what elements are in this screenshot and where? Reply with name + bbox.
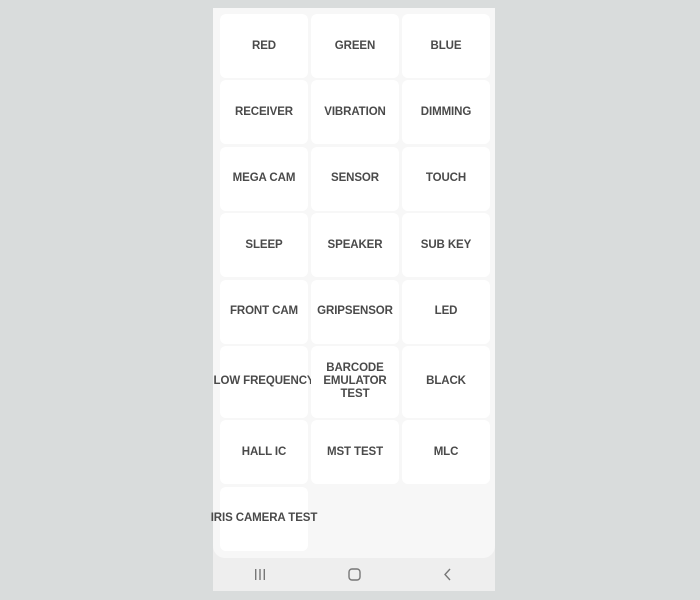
test-tile-gripsensor[interactable]: GRIPSENSOR bbox=[311, 279, 399, 344]
test-tile-blue[interactable]: BLUE bbox=[402, 14, 490, 78]
test-tile-barcode-emulator-test[interactable]: BARCODE EMULATOR TEST bbox=[311, 345, 399, 418]
test-grid: RED GREEN BLUE RECEIVER VIBRATION DIMMIN… bbox=[211, 14, 490, 553]
test-tile-sub-key[interactable]: SUB KEY bbox=[402, 213, 490, 278]
test-tile-sensor[interactable]: SENSOR bbox=[311, 146, 399, 211]
test-tile-low-frequency[interactable]: LOW FREQUENCY bbox=[214, 345, 315, 418]
back-button[interactable] bbox=[428, 560, 468, 590]
test-tile-green[interactable]: GREEN bbox=[311, 14, 399, 78]
test-tile-mst-test[interactable]: MST TEST bbox=[311, 420, 399, 485]
test-tile-sleep[interactable]: SLEEP bbox=[220, 213, 308, 278]
test-tile-led[interactable]: LED bbox=[402, 279, 490, 344]
phone-screen: RED GREEN BLUE RECEIVER VIBRATION DIMMIN… bbox=[211, 8, 495, 591]
test-tile-black[interactable]: BLACK bbox=[402, 345, 490, 418]
test-tile-receiver[interactable]: RECEIVER bbox=[220, 80, 308, 145]
test-tile-speaker[interactable]: SPEAKER bbox=[311, 213, 399, 278]
recent-apps-button[interactable] bbox=[240, 560, 280, 590]
test-menu-panel: RED GREEN BLUE RECEIVER VIBRATION DIMMIN… bbox=[211, 8, 495, 558]
home-button[interactable] bbox=[334, 560, 374, 590]
test-tile-hall-ic[interactable]: HALL IC bbox=[220, 420, 308, 485]
navigation-bar bbox=[213, 558, 495, 591]
test-tile-iris-camera-test[interactable]: IRIS CAMERA TEST bbox=[211, 486, 317, 551]
test-tile-red[interactable]: RED bbox=[220, 14, 308, 78]
test-tile-mlc[interactable]: MLC bbox=[402, 420, 490, 485]
back-icon bbox=[444, 568, 451, 581]
test-tile-mega-cam[interactable]: MEGA CAM bbox=[220, 146, 308, 211]
recent-apps-icon bbox=[255, 569, 265, 580]
home-icon bbox=[347, 568, 361, 581]
test-tile-front-cam[interactable]: FRONT CAM bbox=[220, 279, 308, 344]
test-tile-touch[interactable]: TOUCH bbox=[402, 146, 490, 211]
test-tile-dimming[interactable]: DIMMING bbox=[402, 80, 490, 145]
test-tile-vibration[interactable]: VIBRATION bbox=[311, 80, 399, 145]
